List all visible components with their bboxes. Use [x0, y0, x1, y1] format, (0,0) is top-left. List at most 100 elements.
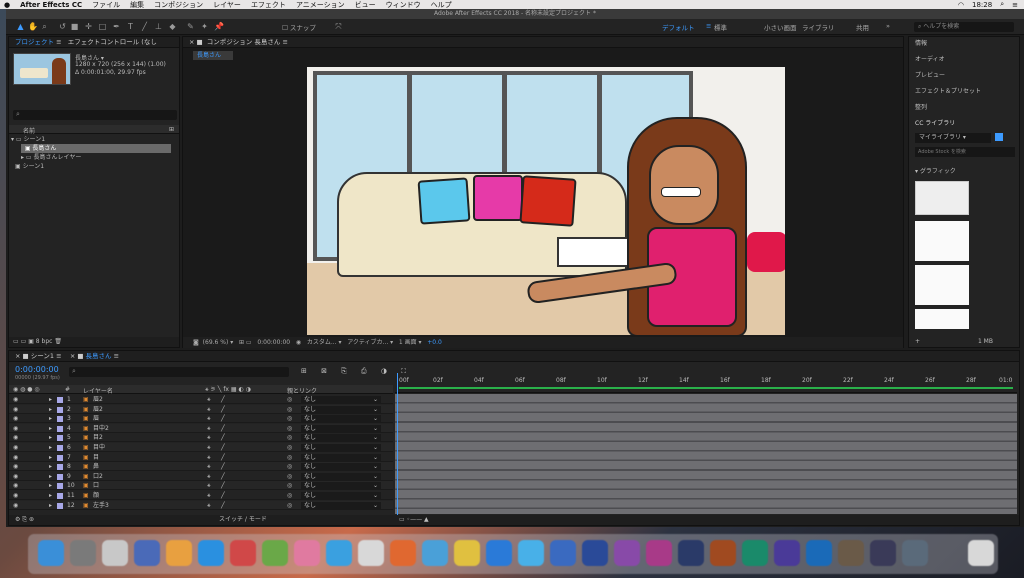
- label-color[interactable]: [57, 483, 63, 490]
- comp-viewer[interactable]: [307, 67, 785, 335]
- tab-scene1[interactable]: シーン1: [31, 352, 54, 360]
- menu-window[interactable]: ウィンドウ: [386, 0, 421, 9]
- parent-dropdown[interactable]: なし ⌄: [301, 501, 381, 509]
- dock-app-icon[interactable]: [454, 540, 480, 566]
- panel-cc-libraries[interactable]: CC ライブラリ: [915, 119, 955, 128]
- layer-row[interactable]: ◉ ▸ 3 ▣ 眉 ⚹ ╱ ◎ なし ⌄: [9, 414, 393, 424]
- menu-layer[interactable]: レイヤー: [213, 0, 241, 9]
- dock-app-icon[interactable]: [550, 540, 576, 566]
- pickwhip-icon[interactable]: ◎: [287, 424, 292, 433]
- time-ruler[interactable]: 00f 02f 04f 06f 08f 10f 12f 14f 16f 18f …: [395, 373, 1017, 393]
- label-color[interactable]: [57, 416, 63, 423]
- pan-tool-icon[interactable]: ✛: [84, 22, 93, 31]
- shy-icon[interactable]: ⚹: [207, 501, 211, 510]
- dock-app-icon[interactable]: [870, 540, 896, 566]
- pickwhip-icon[interactable]: ◎: [287, 414, 292, 423]
- parent-dropdown[interactable]: なし ⌄: [301, 444, 381, 451]
- dock-app-icon[interactable]: [518, 540, 544, 566]
- dock-app-icon[interactable]: [486, 540, 512, 566]
- workspace-default[interactable]: デフォルト: [662, 22, 695, 32]
- layer-name[interactable]: 眉: [93, 414, 99, 423]
- trash-icon[interactable]: [968, 540, 994, 566]
- tab-effect-controls[interactable]: エフェクトコントロール (なし: [68, 38, 157, 46]
- pickwhip-icon[interactable]: ◎: [287, 395, 292, 404]
- switches-modes-toggle[interactable]: スイッチ / モード: [219, 515, 267, 525]
- zoom-dropdown[interactable]: (69.6 %): [203, 339, 229, 346]
- comp-breadcrumb[interactable]: 長島さん: [193, 51, 233, 60]
- workspace-small[interactable]: 小さい画面: [764, 22, 797, 32]
- help-search-input[interactable]: ⌕ ヘルプを検索: [914, 22, 1014, 32]
- menu-view[interactable]: ビュー: [355, 0, 376, 9]
- eye-icon[interactable]: ◉: [13, 405, 18, 414]
- label-color[interactable]: [57, 502, 63, 509]
- parent-dropdown[interactable]: なし ⌄: [301, 453, 381, 461]
- shy-icon[interactable]: ⚹: [207, 462, 211, 471]
- dock-app-icon[interactable]: [678, 540, 704, 566]
- layer-row[interactable]: ◉ ▸ 2 ▣ 眉2 ⚹ ╱ ◎ なし ⌄: [9, 404, 393, 414]
- expand-icon[interactable]: ▸: [49, 491, 52, 500]
- quality-icon[interactable]: ╱: [221, 472, 225, 481]
- eye-icon[interactable]: ◉: [13, 395, 18, 404]
- brush-tool-icon[interactable]: ╱: [140, 22, 149, 31]
- shy-icon[interactable]: ⚹: [207, 433, 211, 442]
- dock-app-icon[interactable]: [806, 540, 832, 566]
- library-dropdown[interactable]: マイライブラリ ▾: [915, 133, 991, 143]
- quality-icon[interactable]: ╱: [221, 424, 225, 433]
- pickwhip-icon[interactable]: ◎: [287, 491, 292, 500]
- parent-dropdown[interactable]: なし ⌄: [301, 463, 381, 471]
- shy-icon[interactable]: ⚹: [207, 405, 211, 414]
- workspace-collab[interactable]: 共用: [856, 22, 869, 32]
- col-parent[interactable]: 親とリンク: [287, 386, 317, 395]
- hand-tool-icon[interactable]: ✋: [28, 22, 38, 31]
- dock-app-icon[interactable]: [262, 540, 288, 566]
- snap-options-icon[interactable]: ⤧: [334, 22, 343, 31]
- pickwhip-icon[interactable]: ◎: [287, 481, 292, 490]
- shy-icon[interactable]: ⚹: [207, 443, 211, 452]
- menu-animation[interactable]: アニメーション: [296, 0, 345, 9]
- quality-icon[interactable]: ╱: [221, 462, 225, 471]
- label-color[interactable]: [57, 445, 63, 451]
- parent-dropdown[interactable]: なし ⌄: [301, 424, 381, 432]
- layer-row[interactable]: ◉ ▸ 10 ▣ 口 ⚹ ╱ ◎ なし ⌄: [9, 481, 393, 491]
- dock-app-icon[interactable]: [198, 540, 224, 566]
- dock-app-icon[interactable]: [742, 540, 768, 566]
- dock-app-icon[interactable]: [774, 540, 800, 566]
- panel-audio[interactable]: オーディオ: [915, 55, 945, 64]
- panel-preview[interactable]: プレビュー: [915, 71, 945, 80]
- quality-icon[interactable]: ╱: [221, 491, 225, 500]
- layer-row[interactable]: ◉ ▸ 11 ▣ 顔 ⚹ ╱ ◎ なし ⌄: [9, 491, 393, 500]
- parent-dropdown[interactable]: なし ⌄: [301, 492, 381, 499]
- eye-icon[interactable]: ◉: [13, 424, 18, 433]
- interpret-icon[interactable]: ▭: [13, 338, 19, 345]
- trash-icon[interactable]: 🗑: [54, 338, 62, 345]
- layer-name[interactable]: 眉2: [93, 405, 103, 414]
- zoom-slider[interactable]: ▭ ◦—— ▲: [399, 515, 429, 525]
- col-layer-name[interactable]: レイヤー名: [83, 386, 113, 395]
- dock-app-icon[interactable]: [582, 540, 608, 566]
- eye-icon[interactable]: ◉: [13, 472, 18, 481]
- library-asset[interactable]: [915, 181, 969, 215]
- graphics-section[interactable]: ▾ グラフィック: [915, 167, 956, 176]
- exposure-value[interactable]: +0.0: [427, 339, 442, 346]
- pickwhip-icon[interactable]: ◎: [287, 443, 292, 452]
- search-icon[interactable]: ⌕: [1000, 0, 1004, 9]
- workspace-standard[interactable]: 標準: [714, 22, 727, 32]
- quality-icon[interactable]: ╱: [221, 443, 225, 452]
- quality-icon[interactable]: ╱: [221, 481, 225, 490]
- layer-name[interactable]: 口: [93, 481, 99, 490]
- layer-name[interactable]: 目2: [93, 433, 103, 442]
- menu-help[interactable]: ヘルプ: [431, 0, 452, 9]
- layer-row[interactable]: ◉ ▸ 8 ▣ 鼻 ⚹ ╱ ◎ なし ⌄: [9, 462, 393, 472]
- dock-app-icon[interactable]: [422, 540, 448, 566]
- shy-icon[interactable]: ⚹: [207, 395, 211, 404]
- eye-icon[interactable]: ◉: [13, 433, 18, 442]
- flowchart-icon[interactable]: ⊞: [169, 126, 174, 133]
- parent-dropdown[interactable]: なし ⌄: [301, 405, 381, 413]
- library-asset[interactable]: [915, 265, 969, 305]
- layer-row[interactable]: ◉ ▸ 7 ▣ 目 ⚹ ╱ ◎ なし ⌄: [9, 452, 393, 462]
- folder-icon[interactable]: ▭: [21, 338, 27, 345]
- views-dropdown[interactable]: 1 画面: [399, 339, 417, 346]
- shy-icon[interactable]: ⚹: [207, 481, 211, 490]
- quality-icon[interactable]: ╱: [221, 414, 225, 423]
- timeline-search-input[interactable]: ⌕: [69, 367, 289, 377]
